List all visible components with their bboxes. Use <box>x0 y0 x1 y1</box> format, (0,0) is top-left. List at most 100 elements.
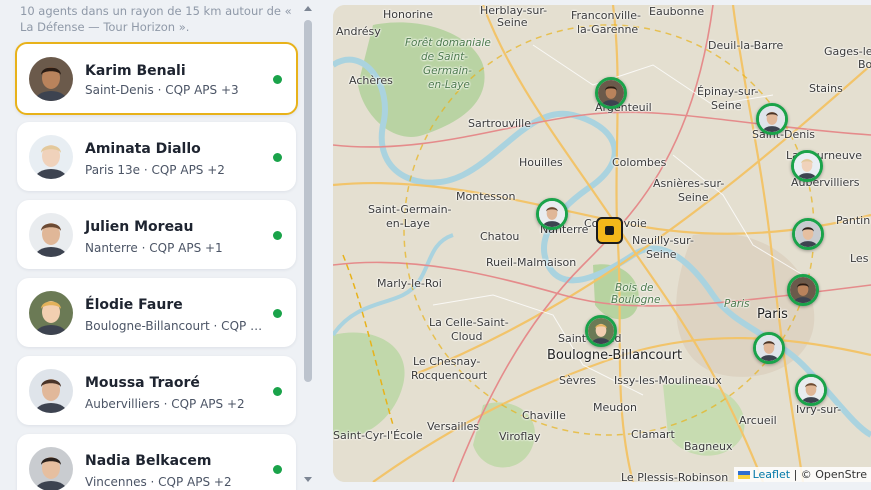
online-status-dot <box>273 153 282 162</box>
map-place-label: Rocquencourt <box>411 369 488 382</box>
agent-map-marker[interactable] <box>787 274 819 306</box>
avatar <box>29 134 73 179</box>
online-status-dot <box>273 231 282 240</box>
agent-location-qualifications: Boulogne-Billancourt · CQP APS +1 <box>85 319 265 333</box>
agent-name: Julien Moreau <box>85 219 194 235</box>
leaflet-link[interactable]: Leaflet <box>753 468 790 481</box>
app: 10 agents dans un rayon de 15 km autour … <box>0 0 871 490</box>
agent-location-qualifications: Aubervilliers · CQP APS +2 <box>85 397 245 411</box>
map-place-label: Chaville <box>522 409 566 422</box>
map-place-label: Boulogne-Billancourt <box>547 348 683 363</box>
map-place-label: Marly-le-Roi <box>377 277 442 290</box>
map-area-label: Bois de <box>615 282 654 294</box>
map-place-label: Sèvres <box>559 374 597 387</box>
map-place-label: Bo <box>858 58 871 71</box>
map-place-label: Ivry-sur- <box>796 403 842 416</box>
map-place-label: Saint-Cyr-l'École <box>333 429 423 442</box>
map-area-label: en-Laye <box>428 79 470 91</box>
map-place-label: Gages-les <box>824 45 871 58</box>
map-place-label: Le Chesnay- <box>413 355 481 368</box>
map-place-label: Houilles <box>519 156 563 169</box>
map-place-label: Achères <box>349 74 393 87</box>
online-status-dot <box>273 75 282 84</box>
online-status-dot <box>273 309 282 318</box>
agent-name: Karim Benali <box>85 63 186 79</box>
map-attribution: Leaflet | © OpenStre <box>733 467 871 482</box>
map-place-label: Seine <box>711 99 742 112</box>
agent-card[interactable]: Moussa Traoré Aubervilliers · CQP APS +2 <box>17 356 296 425</box>
scroll-up-arrow-icon[interactable] <box>304 6 312 11</box>
map-place-label: Rueil-Malmaison <box>486 256 577 269</box>
map-place-label: Seine <box>646 248 677 261</box>
search-origin-marker[interactable] <box>596 217 623 244</box>
agent-card[interactable]: Julien Moreau Nanterre · CQP APS +1 <box>17 200 296 269</box>
map-view[interactable]: Honorine Herblay-sur- Seine Franconville-la… <box>333 5 871 482</box>
agent-map-marker[interactable] <box>595 77 627 109</box>
map-place-label: Arcueil <box>739 414 777 427</box>
map-place-label: Colombes <box>612 156 667 169</box>
map-place-label: Andrésy <box>336 25 381 38</box>
map-place-label: Paris <box>757 307 788 322</box>
agent-card[interactable]: Nadia Belkacem Vincennes · CQP APS +2 <box>17 434 296 490</box>
avatar <box>29 212 73 257</box>
online-status-dot <box>273 465 282 474</box>
agent-map-marker[interactable] <box>792 218 824 250</box>
avatar <box>29 290 73 335</box>
avatar <box>29 368 73 413</box>
map-place-label: Versailles <box>427 420 480 433</box>
map-area-label: Boulogne <box>611 294 661 306</box>
agent-name: Aminata Diallo <box>85 141 201 157</box>
attribution-text: | © OpenStre <box>793 468 867 481</box>
map-area-label: Paris <box>724 298 750 310</box>
map-place-label: Sartrouville <box>468 117 531 130</box>
agent-map-marker[interactable] <box>756 103 788 135</box>
online-status-dot <box>273 387 282 396</box>
agent-list-panel: 10 agents dans un rayon de 15 km autour … <box>0 0 318 490</box>
map-area-label: Germain- <box>423 65 472 77</box>
map-place-label: Les <box>850 252 869 265</box>
map-place-label: Viroflay <box>499 430 541 443</box>
agent-name: Élodie Faure <box>85 297 183 313</box>
ukraine-flag-icon <box>737 471 750 479</box>
agent-map-marker[interactable] <box>536 198 568 230</box>
map-place-label: Seine <box>497 16 528 29</box>
agent-card[interactable]: Élodie Faure Boulogne-Billancourt · CQP A… <box>17 278 296 347</box>
map-place-label: Eaubonne <box>649 5 705 18</box>
avatar <box>29 446 73 490</box>
avatar <box>29 56 73 101</box>
agent-card[interactable]: Karim Benali Saint-Denis · CQP APS +3 <box>15 42 298 115</box>
map-place-label: Cloud <box>451 330 483 343</box>
map-place-label: Saint-Germain- <box>368 203 452 216</box>
map-place-label: La Celle-Saint- <box>429 316 509 329</box>
map-place-label: Neuilly-sur- <box>632 234 694 247</box>
map-place-label: Bagneux <box>684 440 733 453</box>
scroll-down-arrow-icon[interactable] <box>304 477 312 482</box>
map-place-label: Stains <box>809 82 843 95</box>
agent-location-qualifications: Saint-Denis · CQP APS +3 <box>85 83 239 97</box>
agent-map-marker[interactable] <box>753 332 785 364</box>
agent-location-qualifications: Vincennes · CQP APS +2 <box>85 475 232 489</box>
agent-name: Moussa Traoré <box>85 375 200 391</box>
scrollbar-thumb[interactable] <box>304 20 312 382</box>
agent-map-marker[interactable] <box>585 315 617 347</box>
map-place-label: Pantin <box>836 214 871 227</box>
agent-name: Nadia Belkacem <box>85 453 212 469</box>
agent-card[interactable]: Aminata Diallo Paris 13e · CQP APS +2 <box>17 122 296 191</box>
agent-location-qualifications: Paris 13e · CQP APS +2 <box>85 163 225 177</box>
map-place-label: Clamart <box>631 428 675 441</box>
map-area-label: Forêt domaniale <box>405 37 491 49</box>
map-place-label: Meudon <box>593 401 637 414</box>
map-place-label: Montesson <box>456 190 516 203</box>
map-place-label: Seine <box>678 191 709 204</box>
map-place-label: Honorine <box>383 8 434 21</box>
results-summary: 10 agents dans un rayon de 15 km autour … <box>20 4 292 34</box>
map-place-label: Deuil-la-Barre <box>708 39 784 52</box>
agent-location-qualifications: Nanterre · CQP APS +1 <box>85 241 223 255</box>
origin-dot-icon <box>605 226 614 235</box>
map-place-label: Le Plessis-Robinson <box>621 471 729 482</box>
map-place-label: Asnières-sur- <box>653 177 725 190</box>
map-area-label: de Saint- <box>421 51 469 63</box>
agent-map-marker[interactable] <box>791 150 823 182</box>
agent-map-marker[interactable] <box>795 374 827 406</box>
map-place-label: la-Garenne <box>577 23 639 36</box>
